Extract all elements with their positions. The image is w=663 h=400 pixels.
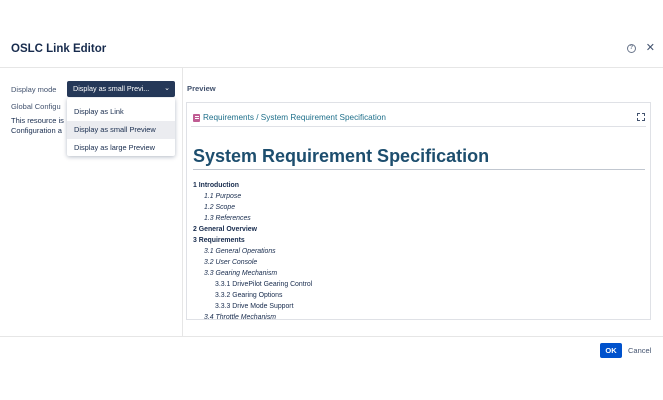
close-icon[interactable]: ✕ xyxy=(646,43,655,54)
global-config-label: Global Configu xyxy=(11,102,61,111)
dialog-footer xyxy=(0,336,663,364)
toc-item: 1.1 Purpose xyxy=(204,193,242,200)
toc-item: 3.4 Throttle Mechanism xyxy=(204,314,276,320)
header-icons: ? ✕ xyxy=(626,43,655,54)
toc-item: 3.1 General Operations xyxy=(204,248,276,255)
toc-item: 2 General Overview xyxy=(193,226,257,233)
resource-info-line-2: Configuration a xyxy=(11,126,62,135)
toc-item: 1.2 Scope xyxy=(204,204,236,211)
display-mode-value: Display as small Previ... xyxy=(73,84,150,93)
option-display-as-link[interactable]: Display as Link xyxy=(67,103,175,121)
title-divider xyxy=(193,169,645,170)
cancel-button[interactable]: Cancel xyxy=(628,343,651,358)
resource-info-line-1: This resource is xyxy=(11,116,64,125)
option-display-as-small-preview[interactable]: Display as small Preview xyxy=(67,121,175,139)
toc-item: 3.3.1 DrivePilot Gearing Control xyxy=(215,281,313,288)
toc-item: 3 Requirements xyxy=(193,237,245,244)
toc-item: 1 Introduction xyxy=(193,182,239,189)
breadcrumb-link[interactable]: Requirements / System Requirement Specif… xyxy=(203,113,386,122)
toc-item: 3.3 Gearing Mechanism xyxy=(204,270,278,277)
help-icon[interactable]: ? xyxy=(626,43,636,53)
dialog-top-padding xyxy=(0,0,663,30)
ok-button[interactable]: OK xyxy=(600,343,622,358)
dialog-header: OSLC Link Editor ? ✕ xyxy=(0,30,663,68)
preview-frame[interactable]: Requirements / System Requirement Specif… xyxy=(186,102,651,320)
breadcrumb: Requirements / System Requirement Specif… xyxy=(193,113,386,122)
display-mode-dropdown: Display as Link Display as small Preview… xyxy=(67,98,175,156)
toc-item: 1.3 References xyxy=(204,215,251,222)
table-of-contents: 1 Introduction 1.1 Purpose 1.2 Scope 1.3… xyxy=(193,180,643,320)
toc-item: 3.3.2 Gearing Options xyxy=(215,292,283,299)
breadcrumb-divider xyxy=(191,126,646,127)
display-mode-label: Display mode xyxy=(11,85,57,94)
dialog-title: OSLC Link Editor xyxy=(11,43,107,55)
resource-info-text: This resource is Configuration a xyxy=(11,116,64,136)
chevron-down-icon: ⌄ xyxy=(164,85,170,92)
toc-item: 3.2 User Console xyxy=(204,259,258,266)
preview-label: Preview xyxy=(187,84,216,93)
expand-icon[interactable] xyxy=(637,113,645,121)
document-icon xyxy=(193,113,200,122)
option-display-as-large-preview[interactable]: Display as large Preview xyxy=(67,139,175,157)
display-mode-select[interactable]: Display as small Previ... ⌄ xyxy=(67,81,175,97)
document-title: System Requirement Specification xyxy=(193,146,490,166)
toc-item: 3.3.3 Drive Mode Support xyxy=(215,303,294,310)
